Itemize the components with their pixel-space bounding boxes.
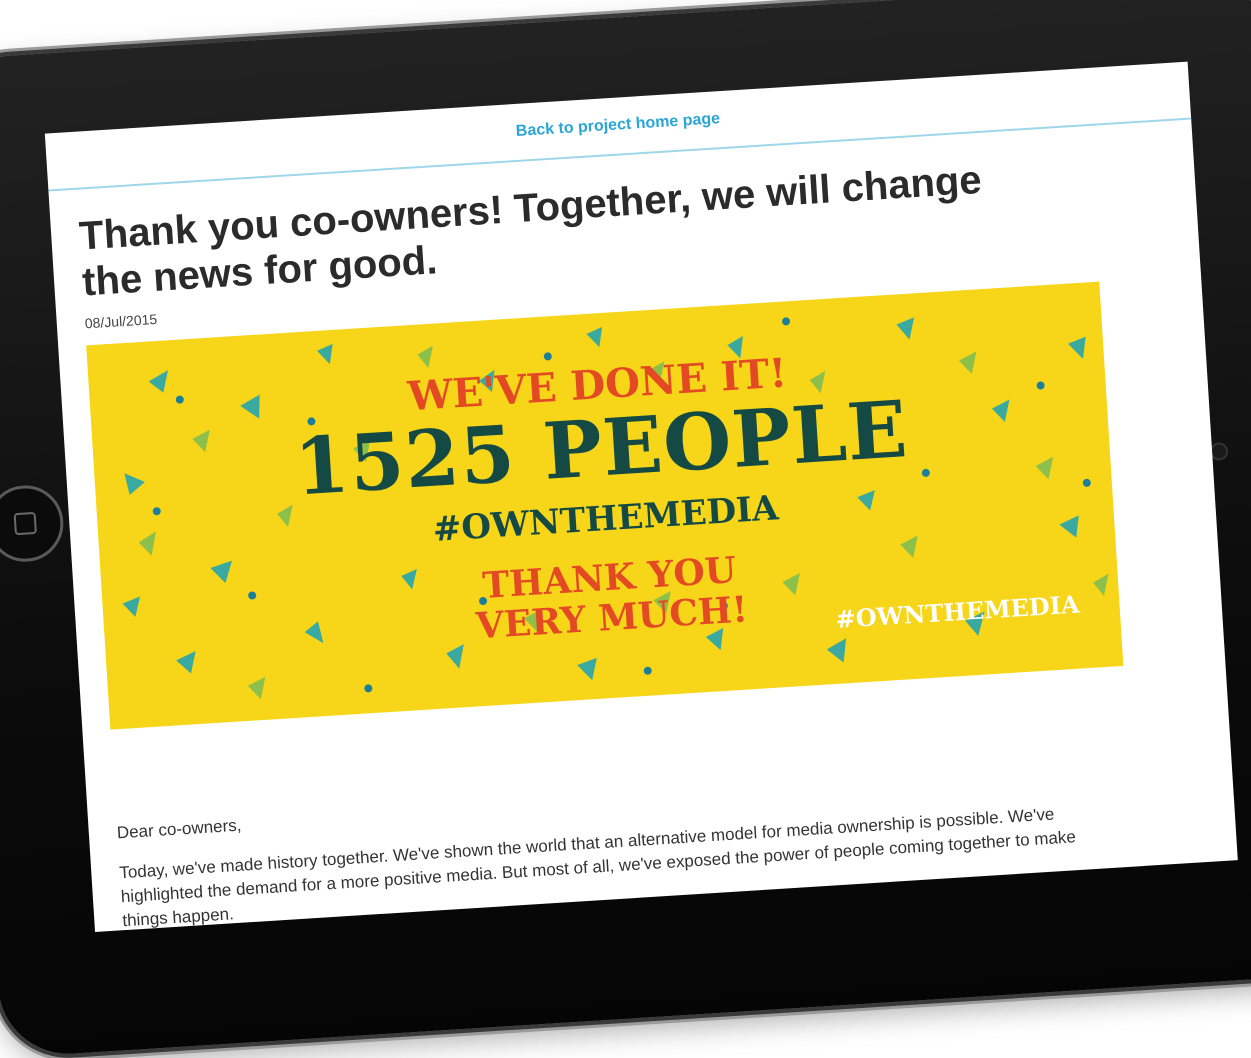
home-button[interactable] xyxy=(0,483,66,564)
back-to-project-link[interactable]: Back to project home page xyxy=(515,110,720,141)
celebration-banner: WE'VE DONE IT! 1525 PEOPLE #OWNTHEMEDIA … xyxy=(86,281,1124,730)
tablet-screen: Back to project home page Thank you co-o… xyxy=(44,61,1238,932)
tablet-device: Back to project home page Thank you co-o… xyxy=(0,0,1251,1058)
letter-content: Dear co-owners, Today, we've made histor… xyxy=(116,753,1210,932)
